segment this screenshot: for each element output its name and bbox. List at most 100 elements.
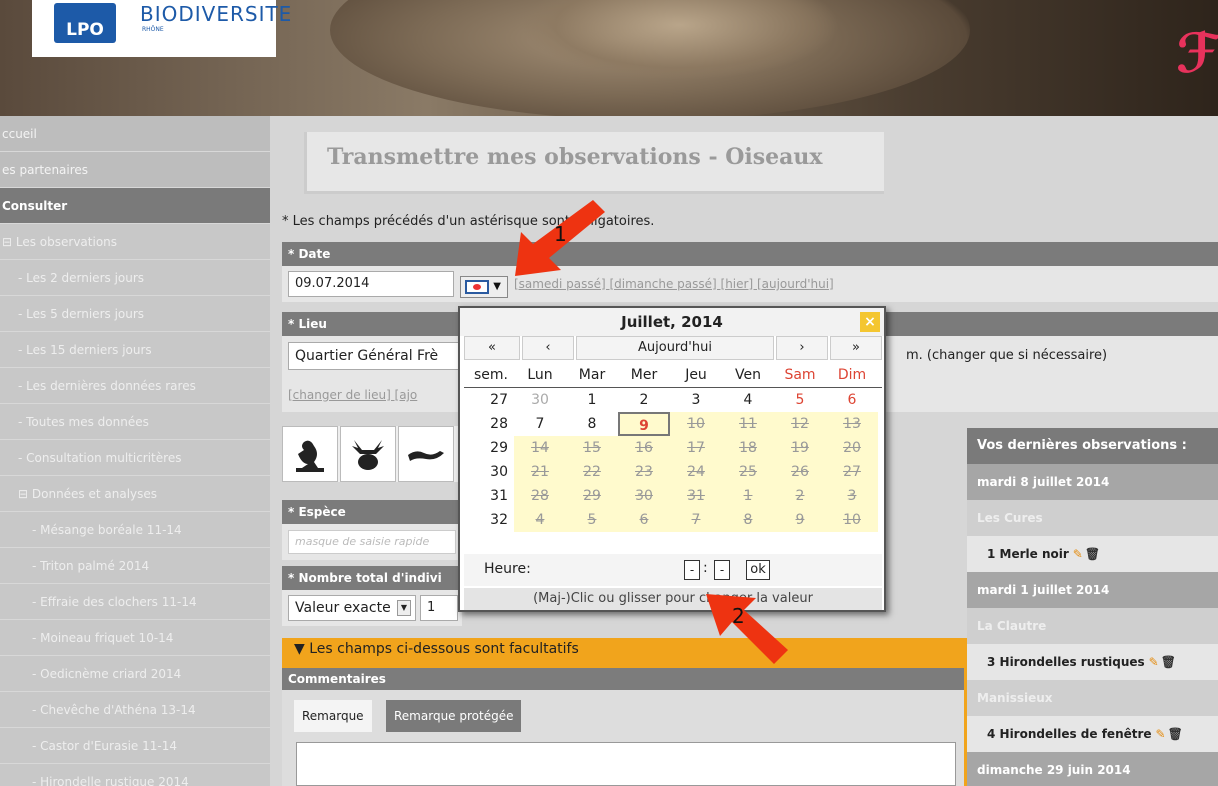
calendar-day[interactable]: 1 [566, 388, 618, 412]
calendar-day[interactable]: 15 [566, 436, 618, 460]
minute-field[interactable]: - [714, 560, 730, 580]
today-button[interactable]: Aujourd'hui [576, 336, 774, 360]
trash-icon[interactable]: 🗑 [1168, 727, 1183, 741]
calendar-day[interactable]: 6 [826, 388, 878, 412]
lizard-icon[interactable] [398, 426, 454, 482]
calendar-day[interactable]: 8 [566, 412, 618, 436]
calendar-day[interactable]: 3 [826, 484, 878, 508]
valeur-select[interactable]: Valeur exacte ▼ [288, 595, 416, 621]
sidebar-item[interactable]: - Les 2 derniers jours [0, 260, 270, 296]
time-ok-button[interactable]: ok [746, 560, 770, 580]
calendar-day[interactable]: 4 [722, 388, 774, 412]
trash-icon[interactable]: 🗑 [1161, 655, 1176, 669]
observation-text[interactable]: 4 Hirondelles de fenêtre [987, 727, 1152, 741]
calendar-day[interactable]: 27 [826, 460, 878, 484]
calendar-day[interactable]: 24 [670, 460, 722, 484]
sidebar-item[interactable]: - Les 5 derniers jours [0, 296, 270, 332]
sidebar-item[interactable]: ⊟ Les observations [0, 224, 270, 260]
next-month-button[interactable]: › [776, 336, 828, 360]
edit-icon[interactable]: ✎ [1156, 727, 1166, 741]
remarque-textarea[interactable] [296, 742, 956, 786]
calendar-day[interactable]: 29 [566, 484, 618, 508]
bird-icon[interactable] [282, 426, 338, 482]
calendar-day[interactable]: 20 [826, 436, 878, 460]
lieu-links[interactable]: [changer de lieu] [ajo [288, 388, 417, 402]
sidebar-item[interactable]: - Les 15 derniers jours [0, 332, 270, 368]
sidebar-item[interactable]: - Castor d'Eurasie 11-14 [0, 728, 270, 764]
sidebar-item-label: - Hirondelle rustique 2014 [32, 775, 189, 786]
lieu-input[interactable]: Quartier Général Frè [288, 342, 464, 370]
sidebar-item[interactable]: es partenaires [0, 152, 270, 188]
calendar-day[interactable]: 4 [514, 508, 566, 532]
calendar-day[interactable]: 23 [618, 460, 670, 484]
sidebar-item[interactable]: - Effraie des clochers 11-14 [0, 584, 270, 620]
optional-toggle[interactable]: ▼ Les champs ci-dessous sont facultatifs [294, 641, 579, 657]
chevron-down-icon: ▼ [397, 600, 411, 616]
next-year-button[interactable]: » [830, 336, 882, 360]
calendar-day[interactable]: 28 [514, 484, 566, 508]
sidebar-item[interactable]: - Toutes mes données [0, 404, 270, 440]
nombre-input[interactable]: 1 [420, 595, 458, 621]
sidebar-item[interactable]: Consulter [0, 188, 270, 224]
sidebar-item[interactable]: - Hirondelle rustique 2014 [0, 764, 270, 786]
edit-icon[interactable]: ✎ [1073, 547, 1083, 561]
sidebar-item[interactable]: ⊟ Données et analyses [0, 476, 270, 512]
calendar-day[interactable]: 6 [618, 508, 670, 532]
observation-text[interactable]: 1 Merle noir [987, 547, 1069, 561]
calendar-dropdown-button[interactable]: ▼ [460, 276, 508, 298]
prev-year-button[interactable]: « [464, 336, 520, 360]
calendar-day[interactable]: 8 [722, 508, 774, 532]
edit-icon[interactable]: ✎ [1149, 655, 1159, 669]
calendar-day[interactable]: 9 [774, 508, 826, 532]
calendar-day[interactable]: 30 [618, 484, 670, 508]
calendar-day[interactable]: 10 [670, 412, 722, 436]
observation-text[interactable]: 3 Hirondelles rustiques [987, 655, 1145, 669]
sidebar-item[interactable]: - Triton palmé 2014 [0, 548, 270, 584]
tab-remarque[interactable]: Remarque [294, 700, 372, 732]
close-icon[interactable]: × [860, 312, 880, 332]
calendar-day[interactable]: 26 [774, 460, 826, 484]
calendar-day[interactable]: 16 [618, 436, 670, 460]
collapse-icon[interactable]: ⊟ [18, 487, 32, 501]
trash-icon[interactable]: 🗑 [1085, 547, 1100, 561]
deer-icon[interactable] [340, 426, 396, 482]
calendar-day[interactable]: 5 [566, 508, 618, 532]
espece-input[interactable]: masque de saisie rapide [288, 530, 456, 554]
calendar-day[interactable]: 25 [722, 460, 774, 484]
site-logo[interactable]: LPO BIODIVERSITE RHÔNE [32, 0, 291, 57]
tab-remarque-protegee[interactable]: Remarque protégée [386, 700, 522, 732]
calendar-day[interactable]: 14 [514, 436, 566, 460]
calendar-day[interactable]: 7 [670, 508, 722, 532]
calendar-day-selected[interactable]: 9 [618, 412, 670, 436]
valeur-select-label: Valeur exacte [295, 600, 391, 616]
calendar-day[interactable]: 10 [826, 508, 878, 532]
calendar-day[interactable]: 7 [514, 412, 566, 436]
hour-field[interactable]: - [684, 560, 700, 580]
calendar-day[interactable]: 13 [826, 412, 878, 436]
sidebar-item[interactable]: - Chevêche d'Athéna 13-14 [0, 692, 270, 728]
calendar-day[interactable]: 31 [670, 484, 722, 508]
sidebar-item[interactable]: - Oedicnème criard 2014 [0, 656, 270, 692]
date-input[interactable]: 09.07.2014 [288, 271, 454, 297]
calendar-day[interactable]: 2 [618, 388, 670, 412]
sidebar-item[interactable]: - Consultation multicritères [0, 440, 270, 476]
calendar-day[interactable]: 11 [722, 412, 774, 436]
calendar-day[interactable]: 19 [774, 436, 826, 460]
calendar-day[interactable]: 17 [670, 436, 722, 460]
sidebar-item[interactable]: - Mésange boréale 11-14 [0, 512, 270, 548]
collapse-icon[interactable]: ⊟ [2, 235, 16, 249]
calendar-day[interactable]: 22 [566, 460, 618, 484]
calendar-day[interactable]: 21 [514, 460, 566, 484]
calendar-day[interactable]: 18 [722, 436, 774, 460]
sidebar-item[interactable]: - Moineau friquet 10-14 [0, 620, 270, 656]
calendar-day[interactable]: 2 [774, 484, 826, 508]
calendar-day[interactable]: 3 [670, 388, 722, 412]
calendar-day[interactable]: 30 [514, 388, 566, 412]
sidebar-item-label: - Consultation multicritères [18, 451, 182, 465]
sidebar-item[interactable]: ccueil [0, 116, 270, 152]
sidebar-item[interactable]: - Les dernières données rares [0, 368, 270, 404]
calendar-day[interactable]: 1 [722, 484, 774, 508]
calendar-day[interactable]: 12 [774, 412, 826, 436]
calendar-day[interactable]: 5 [774, 388, 826, 412]
prev-month-button[interactable]: ‹ [522, 336, 574, 360]
